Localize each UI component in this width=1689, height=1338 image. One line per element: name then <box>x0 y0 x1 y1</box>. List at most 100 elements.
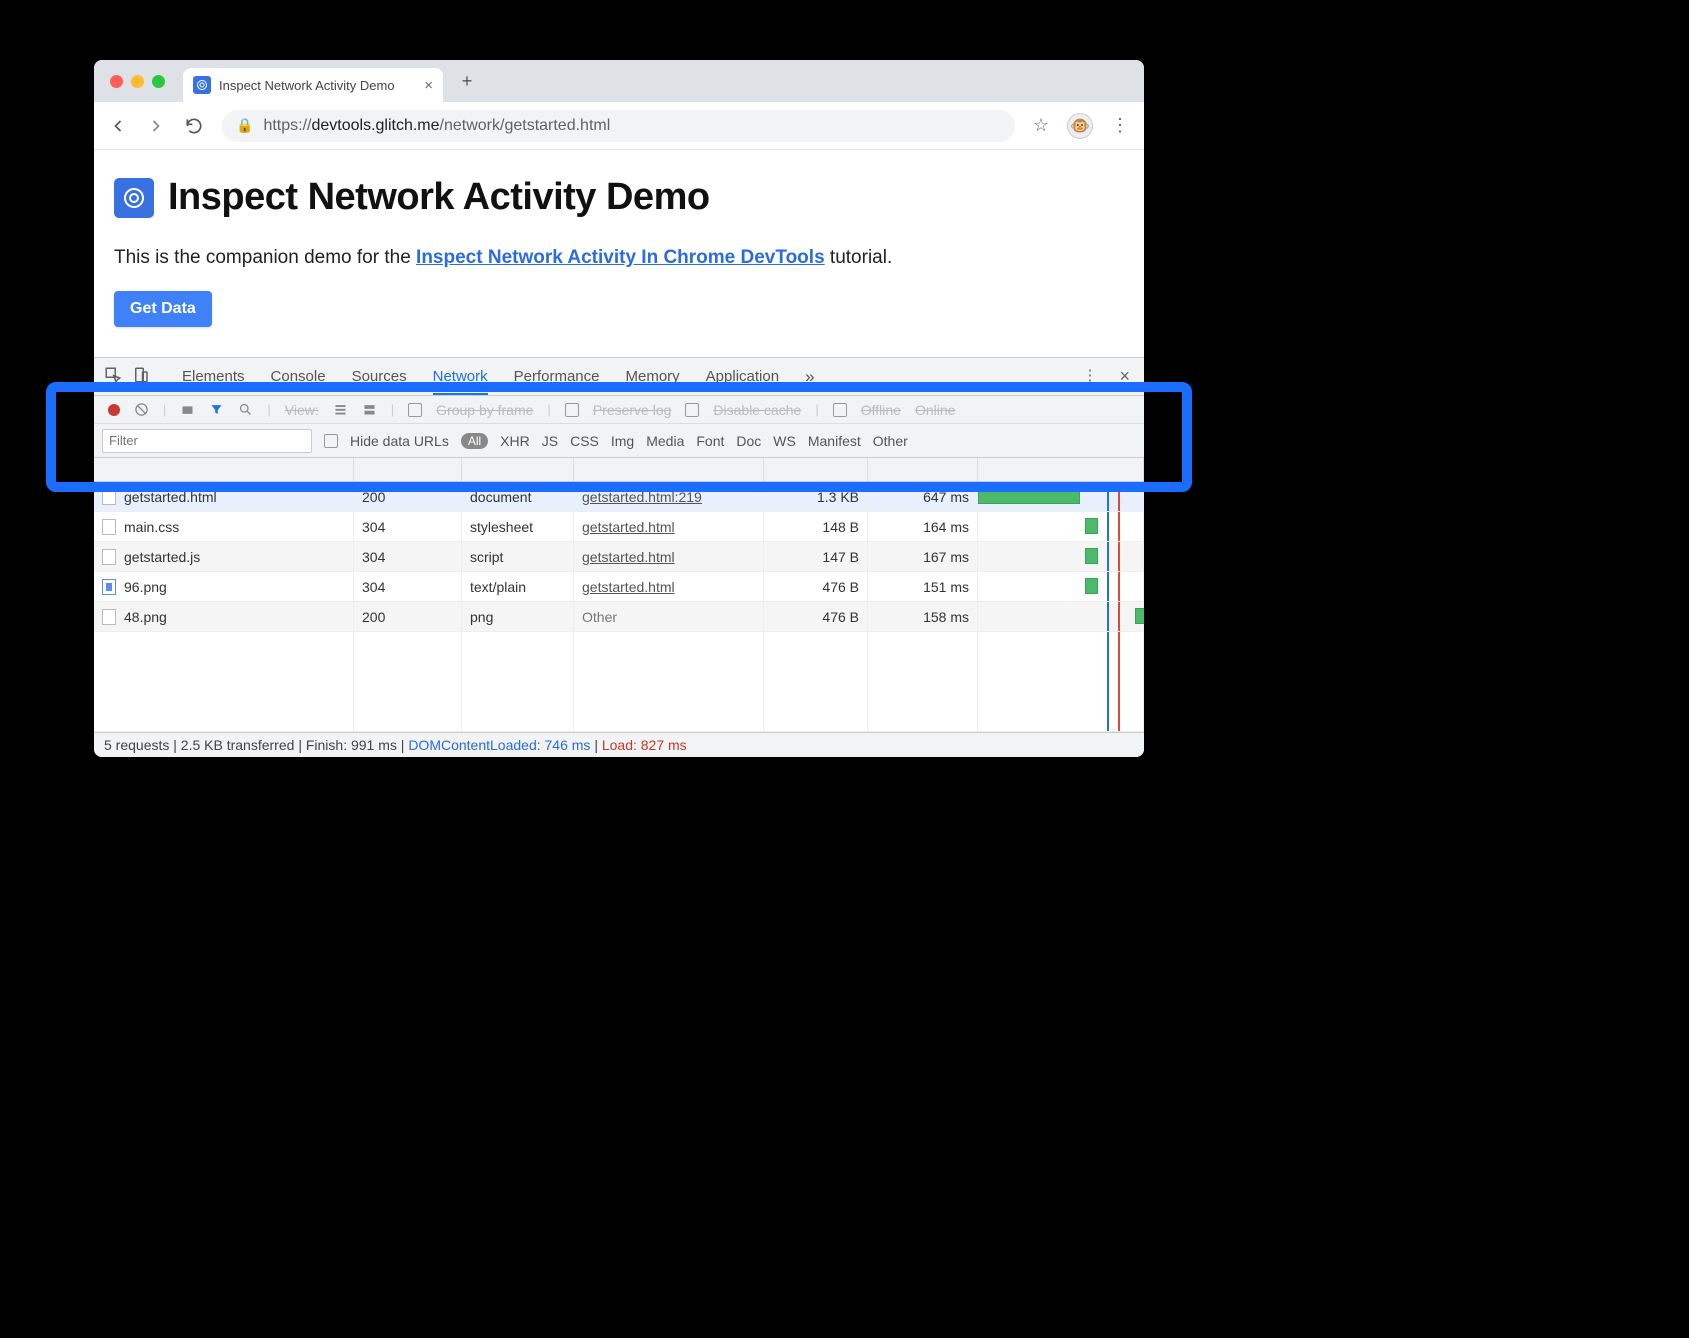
table-row[interactable]: 96.png304text/plaingetstarted.html476 B1… <box>94 572 1144 602</box>
row-name: getstarted.js <box>124 549 200 565</box>
new-tab-button[interactable]: + <box>453 67 481 95</box>
profile-avatar[interactable]: 🐵 <box>1067 113 1093 139</box>
tab-elements[interactable]: Elements <box>182 368 245 385</box>
offline-checkbox[interactable] <box>833 403 847 417</box>
group-by-frame-checkbox[interactable] <box>408 403 422 417</box>
table-row[interactable]: 48.png 200 png Other 476 B 158 ms <box>94 602 1144 632</box>
browser-menu-icon[interactable]: ⋮ <box>1111 115 1130 136</box>
table-row[interactable]: getstarted.html200documentgetstarted.htm… <box>94 482 1144 512</box>
preserve-log-checkbox[interactable] <box>565 403 579 417</box>
filter-category-other[interactable]: Other <box>873 433 908 449</box>
filter-input[interactable] <box>102 429 312 453</box>
row-time: 164 ms <box>923 519 969 535</box>
row-waterfall <box>978 482 1144 511</box>
tab-strip: Inspect Network Activity Demo × + <box>94 60 1144 102</box>
hide-data-urls-label: Hide data URLs <box>350 433 449 449</box>
file-icon <box>102 609 116 625</box>
row-size: 1.3 KB <box>817 489 859 505</box>
view-list-icon[interactable] <box>333 402 348 417</box>
row-status: 200 <box>362 609 385 625</box>
window-minimize-button[interactable] <box>131 75 144 88</box>
filter-category-img[interactable]: Img <box>611 433 634 449</box>
summary-transferred: 2.5 KB transferred <box>181 737 295 753</box>
col-header-time[interactable]: Time <box>868 458 978 481</box>
filter-category-doc[interactable]: Doc <box>736 433 761 449</box>
row-time: 158 ms <box>923 609 969 625</box>
record-icon[interactable] <box>108 404 120 416</box>
row-status: 304 <box>362 549 385 565</box>
filter-category-manifest[interactable]: Manifest <box>808 433 861 449</box>
network-table-header: Name Status Type Initiator Size Time Wat… <box>94 458 1144 482</box>
filter-category-xhr[interactable]: XHR <box>500 433 530 449</box>
table-row[interactable]: main.css304stylesheetgetstarted.html148 … <box>94 512 1144 542</box>
tab-sources[interactable]: Sources <box>352 368 407 385</box>
hide-data-urls-checkbox[interactable] <box>324 434 338 448</box>
group-by-frame-label: Group by frame <box>436 402 533 418</box>
table-row[interactable]: getstarted.js304scriptgetstarted.html147… <box>94 542 1144 572</box>
page-content: Inspect Network Activity Demo This is th… <box>94 150 1144 357</box>
camera-icon[interactable] <box>180 402 195 417</box>
row-waterfall <box>978 602 1144 631</box>
inspect-element-icon[interactable] <box>104 366 122 388</box>
filter-category-js[interactable]: JS <box>542 433 558 449</box>
row-type: text/plain <box>470 579 526 595</box>
clear-icon[interactable] <box>134 402 149 417</box>
col-header-size[interactable]: Size <box>764 458 868 481</box>
network-table-body: getstarted.html 200 document getstarted.htm… <box>94 482 1144 632</box>
summary-dcl: DOMContentLoaded: 746 ms <box>408 737 590 753</box>
col-header-initiator[interactable]: Initiator <box>574 458 764 481</box>
row-type: document <box>470 489 531 505</box>
window-zoom-button[interactable] <box>152 75 165 88</box>
col-header-name[interactable]: Name <box>94 458 354 481</box>
tab-network[interactable]: Network <box>433 368 488 395</box>
get-data-button[interactable]: Get Data <box>114 291 212 327</box>
devtools-close-icon[interactable]: × <box>1119 366 1130 387</box>
devtools-menu-icon[interactable]: ⋮ <box>1082 366 1097 387</box>
filter-category-ws[interactable]: WS <box>773 433 796 449</box>
col-header-waterfall[interactable]: Waterfall <box>978 458 1144 481</box>
tab-close-icon[interactable]: × <box>424 77 433 94</box>
row-type: stylesheet <box>470 519 533 535</box>
back-button[interactable] <box>108 116 128 136</box>
browser-tab[interactable]: Inspect Network Activity Demo × <box>183 68 443 102</box>
devtools-tab-bar: Elements Console Sources Network Perform… <box>94 358 1144 396</box>
file-icon <box>102 489 116 505</box>
row-type: png <box>470 609 493 625</box>
tab-memory[interactable]: Memory <box>626 368 680 385</box>
row-initiator[interactable]: getstarted.html:219 <box>582 489 702 505</box>
row-initiator[interactable]: getstarted.html <box>582 579 675 595</box>
forward-button[interactable] <box>146 116 166 136</box>
window-close-button[interactable] <box>110 75 123 88</box>
tab-application[interactable]: Application <box>706 368 779 385</box>
filter-category-css[interactable]: CSS <box>570 433 599 449</box>
tab-performance[interactable]: Performance <box>514 368 600 385</box>
filter-category-media[interactable]: Media <box>646 433 684 449</box>
bookmark-star-icon[interactable]: ☆ <box>1033 115 1049 136</box>
summary-requests: 5 requests <box>104 737 169 753</box>
filter-category-all[interactable]: All <box>461 433 488 449</box>
search-icon[interactable] <box>238 402 253 417</box>
row-name: 96.png <box>124 579 167 595</box>
view-large-icon[interactable] <box>362 402 377 417</box>
disable-cache-checkbox[interactable] <box>685 403 699 417</box>
row-time: 647 ms <box>923 489 969 505</box>
row-initiator: Other <box>582 609 617 625</box>
col-header-status[interactable]: Status <box>354 458 462 481</box>
address-bar[interactable]: 🔒 https://devtools.glitch.me/network/get… <box>222 110 1015 142</box>
tab-console[interactable]: Console <box>271 368 326 385</box>
file-icon <box>102 519 116 535</box>
tutorial-link[interactable]: Inspect Network Activity In Chrome DevTo… <box>416 247 825 268</box>
filter-icon[interactable] <box>209 402 224 417</box>
row-status: 304 <box>362 519 385 535</box>
tabs-overflow-icon[interactable]: » <box>805 367 814 387</box>
row-initiator[interactable]: getstarted.html <box>582 519 675 535</box>
col-header-type[interactable]: Type <box>462 458 574 481</box>
row-initiator[interactable]: getstarted.html <box>582 549 675 565</box>
row-name: 48.png <box>124 609 167 625</box>
device-toggle-icon[interactable] <box>132 366 150 388</box>
reload-button[interactable] <box>184 116 204 136</box>
filter-category-font[interactable]: Font <box>696 433 724 449</box>
tab-title: Inspect Network Activity Demo <box>219 78 395 93</box>
row-size: 476 B <box>822 609 859 625</box>
lock-icon: 🔒 <box>236 117 253 134</box>
